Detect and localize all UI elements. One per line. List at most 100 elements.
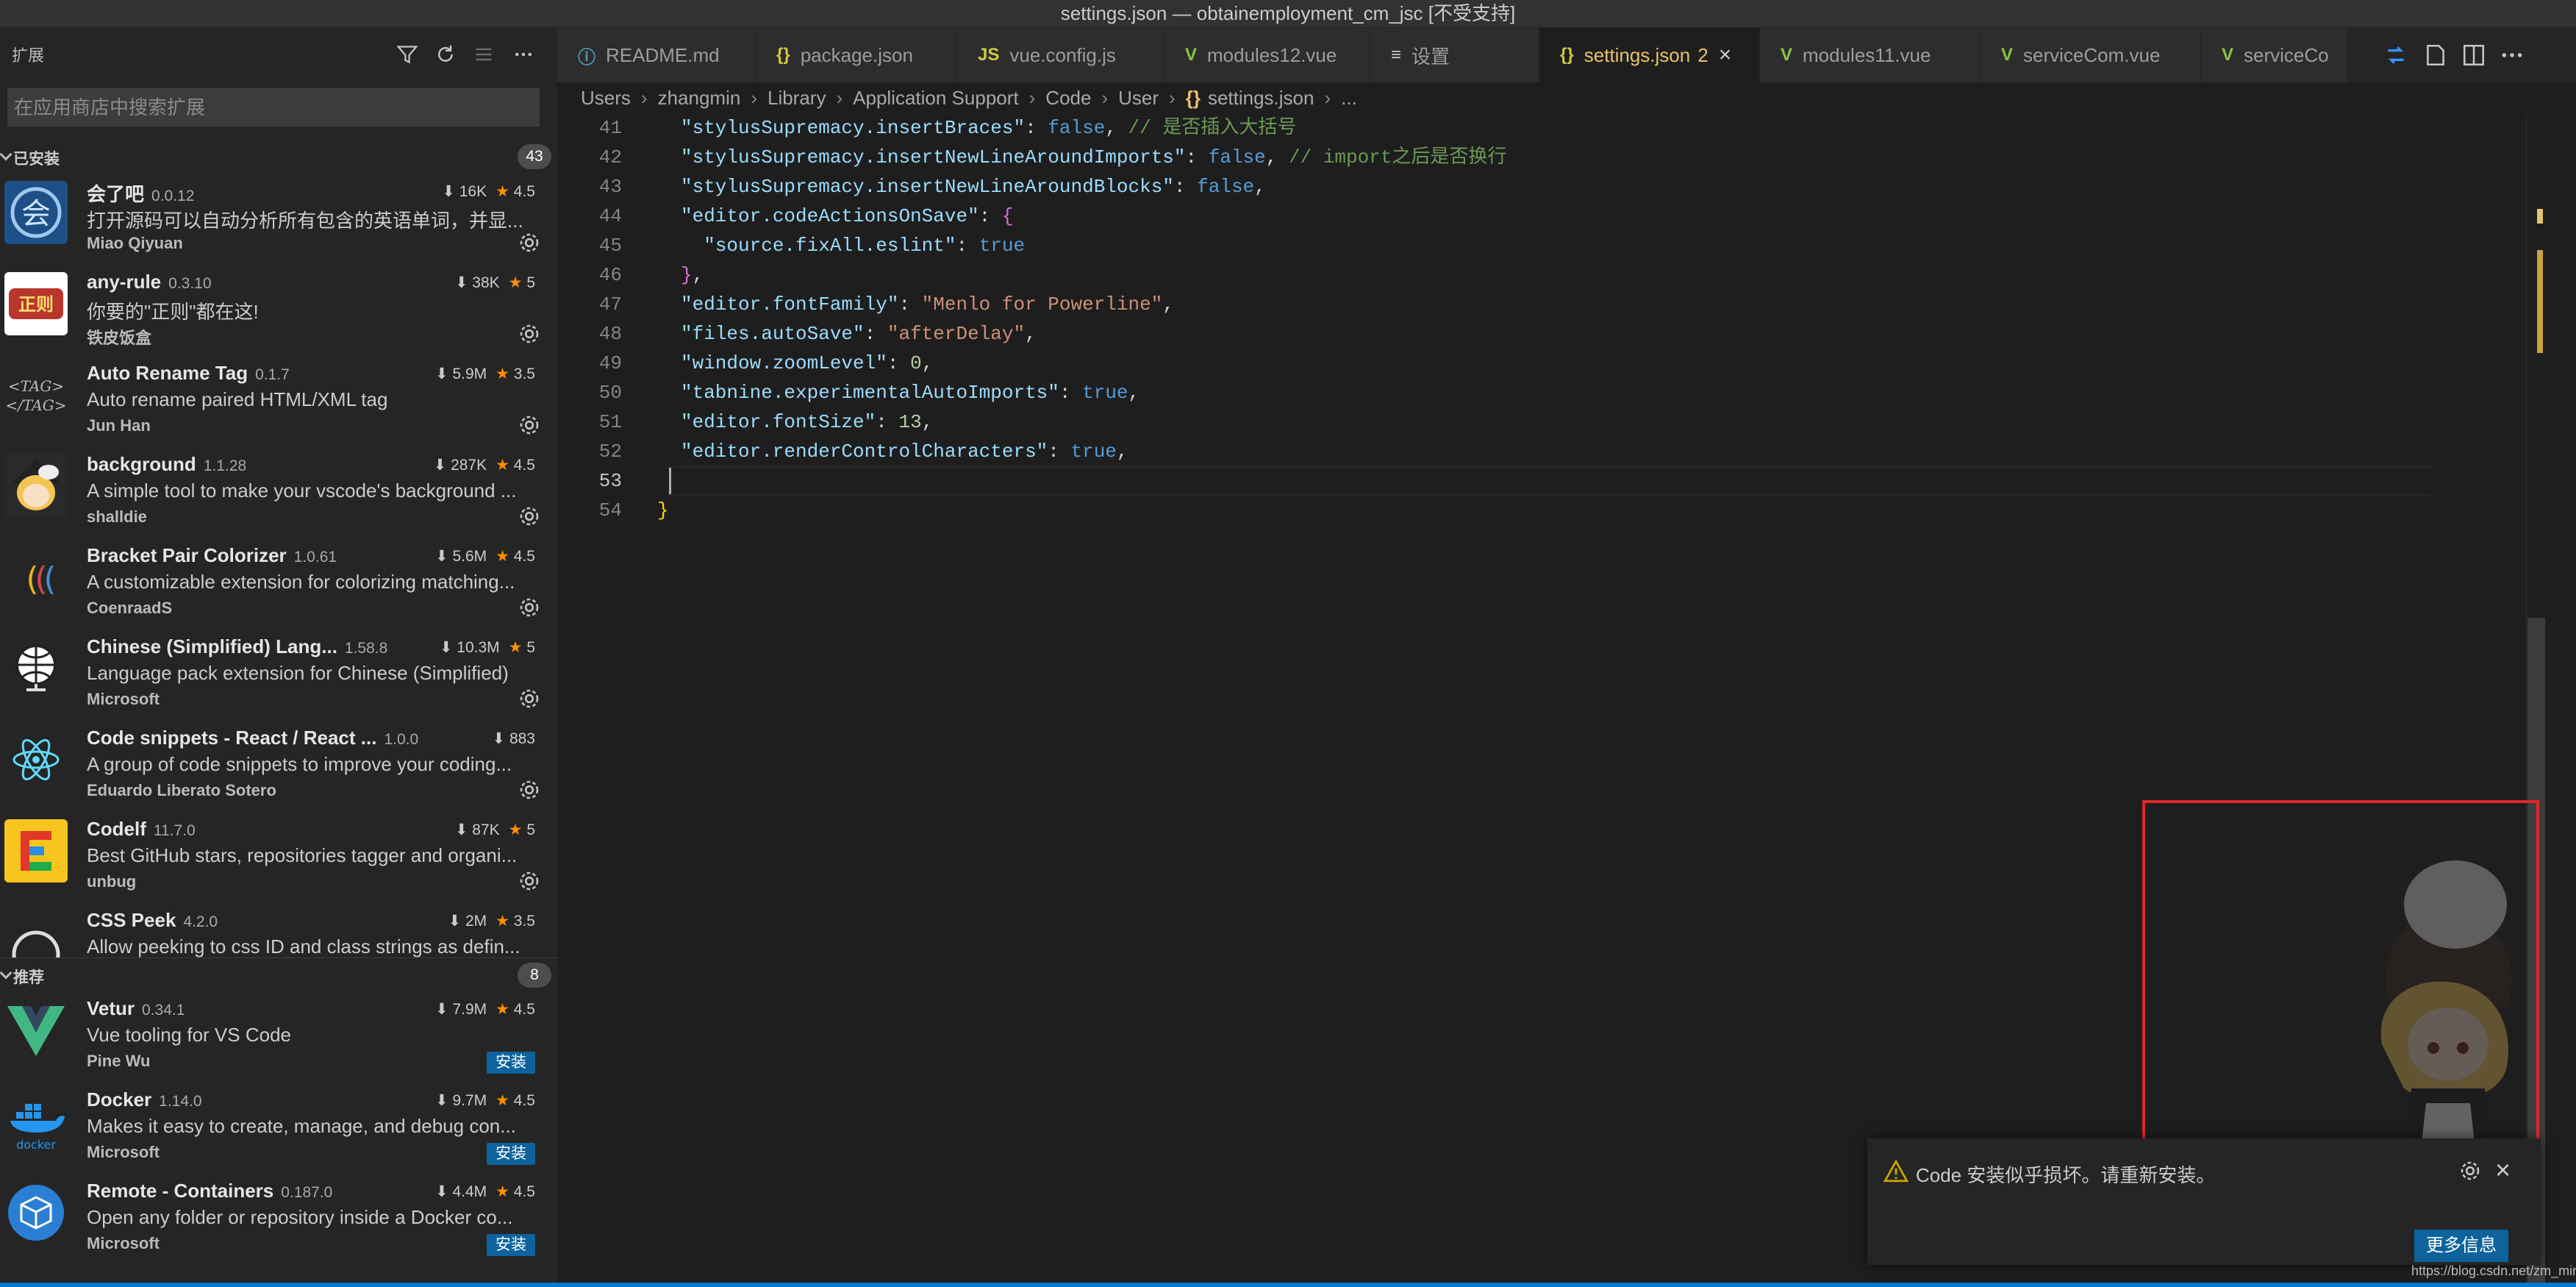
extension-item[interactable]: 正则 any-rule 0.3.10 ⬇ 38K ★ 5 你要的"正则"都在这! 铁皮饭盒 — [0, 263, 557, 354]
extension-name-text: any-rule — [87, 271, 162, 293]
breadcrumb-item[interactable]: Code — [1045, 87, 1091, 110]
rating: 5 — [526, 821, 535, 838]
gear-icon[interactable] — [518, 505, 541, 528]
code-token: false — [1048, 117, 1106, 139]
recommended-section-header[interactable]: 推荐 8 — [0, 958, 557, 990]
extension-name: CSS Peek 4.2.0 — [87, 909, 218, 932]
extension-item[interactable]: Codelf 11.7.0 ⬇ 87K ★ 5 Best GitHub stars, r… — [0, 810, 557, 902]
tab-serviceco[interactable]: VserviceCo — [2201, 28, 2348, 82]
tab-modules12-vue[interactable]: Vmodules12.vue — [1164, 28, 1370, 82]
download-count: 5.9M — [452, 366, 487, 382]
breadcrumb-item[interactable]: Application Support — [853, 87, 1018, 110]
tab-modules11-vue[interactable]: Vmodules11.vue — [1760, 28, 1981, 82]
open-settings-ui-icon[interactable] — [2423, 43, 2448, 68]
extension-version: 1.14.0 — [159, 1093, 202, 1110]
gear-icon[interactable] — [518, 596, 541, 619]
code-token: false — [1197, 176, 1255, 198]
code-line[interactable]: 45 "source.fixAll.eslint": true — [557, 231, 2542, 260]
clear-list-icon[interactable] — [468, 38, 500, 71]
code-text: "stylusSupremacy.insertNewLineAroundBloc… — [681, 172, 1266, 202]
extension-item[interactable]: Chinese (Simplified) Lang... 1.58.8 ⬇ 10.3… — [0, 628, 557, 719]
breadcrumb-item[interactable]: settings.json — [1208, 87, 1314, 110]
code-token: "tabnine.experimentalAutoImports" — [681, 382, 1059, 404]
tab-package-json[interactable]: {} package.json — [756, 28, 957, 82]
tab-vue-config-js[interactable]: JS vue.config.js — [957, 28, 1164, 82]
file-type-icon: V — [1781, 45, 1793, 65]
code-token: { — [1001, 205, 1014, 227]
extension-item[interactable]: docker Docker 1.14.0 ⬇ 9.7M ★ 4.5 Makes it ea… — [0, 1081, 557, 1172]
tab-settings-json[interactable]: {} settings.json 2 × — [1539, 28, 1760, 82]
extension-description: 你要的"正则"都在这! — [87, 301, 259, 323]
breadcrumb-item[interactable]: Library — [768, 87, 826, 110]
compare-changes-icon[interactable] — [2383, 43, 2408, 68]
extension-item[interactable]: Remote - Containers 0.187.0 ⬇ 4.4M ★ 4.5 Ope… — [0, 1172, 557, 1263]
close-icon[interactable]: × — [2495, 1155, 2511, 1186]
install-button[interactable]: 安装 — [487, 1052, 535, 1074]
code-token: true — [1070, 441, 1117, 463]
install-button[interactable]: 安装 — [487, 1143, 535, 1165]
rating: 5 — [526, 274, 535, 291]
gear-icon[interactable] — [2458, 1159, 2482, 1183]
filter-icon[interactable] — [391, 38, 423, 71]
installed-section-header[interactable]: 已安装 43 — [0, 140, 557, 172]
cloud-download-icon: ⬇ — [434, 366, 448, 382]
breadcrumb-item[interactable]: zhangmin — [658, 87, 741, 110]
gear-icon[interactable] — [518, 322, 541, 346]
extension-item[interactable]: <TAG> </TAG> Auto Rename Tag 0.1.7 ⬇ 5.9M ★ 3… — [0, 354, 557, 446]
breadcrumb-item[interactable]: User — [1118, 87, 1159, 110]
code-line[interactable]: 54} — [557, 496, 2542, 525]
extension-stats: ⬇ 38K ★ 5 — [455, 274, 535, 292]
star-icon: ★ — [508, 274, 523, 291]
extension-search-input[interactable] — [8, 89, 539, 126]
line-number: 45 — [598, 235, 622, 257]
tab-[interactable]: ≡ 设置 — [1370, 28, 1539, 82]
code-line[interactable]: 50 "tabnine.experimentalAutoImports": tru… — [557, 378, 2542, 407]
extension-version: 0.34.1 — [142, 1002, 185, 1019]
gear-icon[interactable] — [518, 413, 541, 437]
more-actions-icon[interactable] — [507, 38, 540, 71]
install-button[interactable]: 安装 — [487, 1234, 535, 1256]
gear-icon[interactable] — [518, 869, 541, 893]
extension-item[interactable]: 会 会了吧 0.0.12 ⬇ 16K ★ 4.5 打开源码可以自动分析所有包含的英语单词，… — [0, 172, 557, 263]
more-info-button[interactable]: 更多信息 — [2414, 1230, 2508, 1262]
code-line[interactable]: 53 — [557, 466, 2542, 496]
close-icon[interactable]: × — [1719, 43, 1732, 68]
code-text: } — [657, 496, 669, 525]
extension-item[interactable]: (((Bracket Pair Colorizer 1.0.61 ⬇ 5.6M ★ 4… — [0, 537, 557, 628]
file-type-icon: JS — [978, 45, 1000, 65]
code-text: "stylusSupremacy.insertBraces": false, /… — [681, 113, 1296, 143]
file-type-icon: ≡ — [1391, 45, 1402, 65]
code-line[interactable]: 44 "editor.codeActionsOnSave": { — [557, 202, 2542, 231]
code-line[interactable]: 48 "files.autoSave": "afterDelay", — [557, 319, 2542, 349]
tab-readme-md[interactable]: ⓘ README.md — [557, 28, 756, 82]
code-text: "stylusSupremacy.insertNewLineAroundImpo… — [681, 143, 1506, 172]
code-line[interactable]: 52 "editor.renderControlCharacters": true… — [557, 437, 2542, 466]
extension-item[interactable]: Vetur 0.34.1 ⬇ 7.9M ★ 4.5 Vue tooling for VS… — [0, 990, 557, 1081]
code-token: // 是否插入大括号 — [1128, 117, 1297, 139]
split-editor-icon[interactable] — [2461, 43, 2486, 68]
refresh-icon[interactable] — [429, 38, 462, 71]
breadcrumb-item[interactable]: Users — [581, 87, 631, 110]
code-line[interactable]: 51 "editor.fontSize": 13, — [557, 407, 2542, 437]
code-token: "editor.codeActionsOnSave" — [681, 205, 979, 227]
code-line[interactable]: 42 "stylusSupremacy.insertNewLineAroundIm… — [557, 143, 2542, 172]
extension-description: Language pack extension for Chinese (Sim… — [87, 662, 509, 684]
extension-publisher: shalldie — [87, 507, 147, 526]
extension-item[interactable]: Code snippets - React / React ... 1.0.0 ⬇ … — [0, 719, 557, 810]
code-line[interactable]: 43 "stylusSupremacy.insertNewLineAroundBl… — [557, 172, 2542, 202]
more-actions-icon[interactable] — [2500, 43, 2525, 68]
download-count: 87K — [472, 821, 500, 838]
code-line[interactable]: 49 "window.zoomLevel": 0, — [557, 349, 2542, 378]
code-line[interactable]: 46}, — [557, 260, 2542, 290]
extension-search-box[interactable] — [7, 88, 540, 126]
extension-name-text: Code snippets - React / React ... — [87, 727, 377, 749]
code-line[interactable]: 41 "stylusSupremacy.insertBraces": false,… — [557, 113, 2542, 143]
tab-servicecom-vue[interactable]: VserviceCom.vue — [1981, 28, 2201, 82]
code-line[interactable]: 47 "editor.fontFamily": "Menlo for Powerl… — [557, 290, 2542, 319]
gear-icon[interactable] — [518, 231, 541, 254]
gear-icon[interactable] — [518, 687, 541, 710]
code-token: : — [1173, 176, 1198, 198]
breadcrumb-item[interactable]: ... — [1341, 87, 1357, 110]
extension-item[interactable]: background 1.1.28 ⬇ 287K ★ 4.5 A simple tool… — [0, 446, 557, 537]
gear-icon[interactable] — [518, 778, 541, 802]
